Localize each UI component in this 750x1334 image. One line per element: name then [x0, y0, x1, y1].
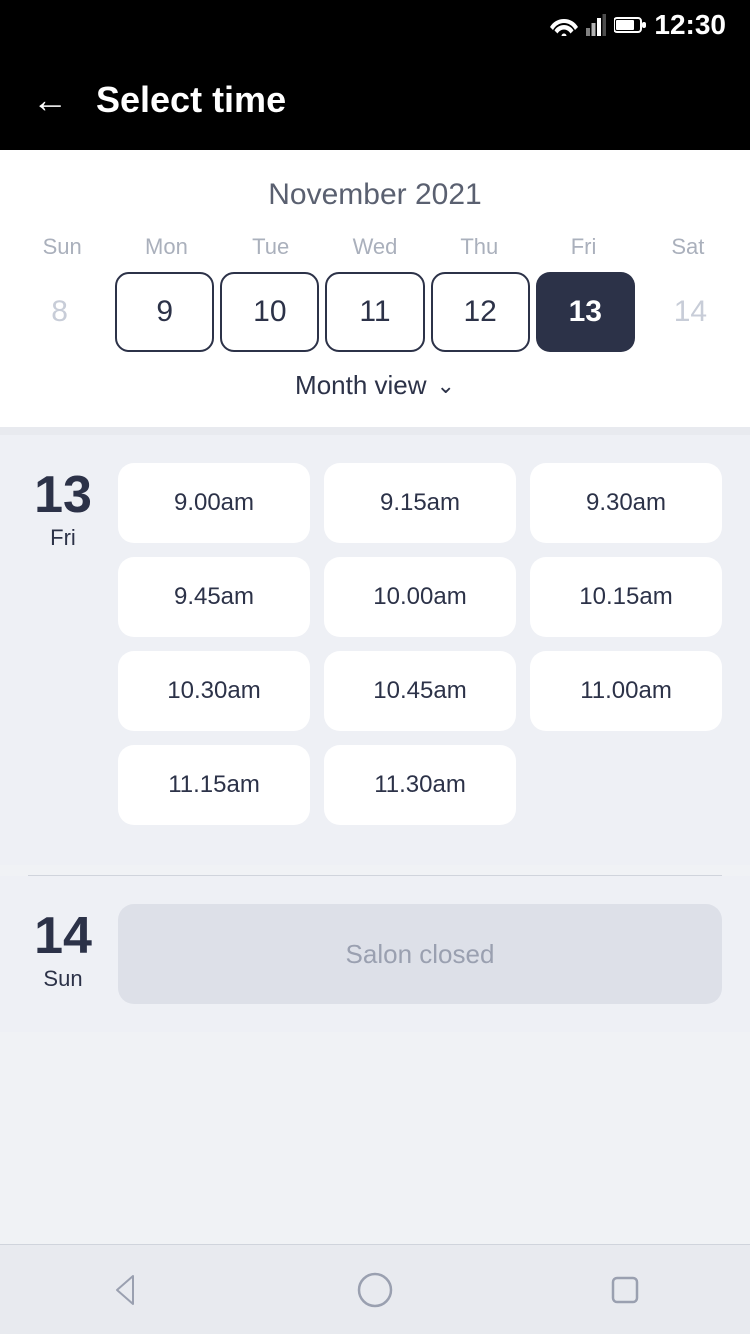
weekday-sat: Sat	[636, 234, 740, 260]
time-slot-1130[interactable]: 11.30am	[324, 745, 516, 825]
nav-back-button[interactable]	[95, 1260, 155, 1320]
day-label-13: 13 Fri	[28, 463, 98, 825]
status-bar: 12:30	[0, 0, 750, 50]
weekday-row: Sun Mon Tue Wed Thu Fri Sat	[0, 234, 750, 260]
time-slot-900[interactable]: 9.00am	[118, 463, 310, 543]
day-label-14: 14 Sun	[28, 904, 98, 1004]
battery-icon	[614, 16, 646, 34]
time-grid: 9.00am 9.15am 9.30am 9.45am 10.00am 10.1…	[118, 463, 722, 825]
day-block-13: 13 Fri 9.00am 9.15am 9.30am 9.45am 10.00…	[28, 463, 722, 825]
time-slot-1100[interactable]: 11.00am	[530, 651, 722, 731]
chevron-down-icon: ⌄	[437, 373, 455, 399]
section-divider	[0, 427, 750, 435]
time-slot-1045[interactable]: 10.45am	[324, 651, 516, 731]
month-view-label: Month view	[295, 370, 427, 401]
bottom-nav	[0, 1244, 750, 1334]
calendar-section: November 2021 Sun Mon Tue Wed Thu Fri Sa…	[0, 150, 750, 427]
day-number-14: 14	[34, 910, 92, 962]
time-slot-1015[interactable]: 10.15am	[530, 557, 722, 637]
status-time: 12:30	[654, 9, 726, 41]
day-name-fri: Fri	[50, 525, 76, 551]
day-block-14: 14 Sun Salon closed	[28, 904, 722, 1004]
time-slot-945[interactable]: 9.45am	[118, 557, 310, 637]
date-cell-10[interactable]: 10	[220, 272, 319, 352]
home-nav-icon	[355, 1270, 395, 1310]
date-cell-8[interactable]: 8	[10, 272, 109, 352]
weekday-mon: Mon	[114, 234, 218, 260]
time-slot-1115[interactable]: 11.15am	[118, 745, 310, 825]
closed-section: 14 Sun Salon closed	[0, 876, 750, 1032]
back-button[interactable]: ←	[32, 82, 68, 118]
status-icons: 12:30	[550, 9, 726, 41]
time-slot-1000[interactable]: 10.00am	[324, 557, 516, 637]
date-cell-13[interactable]: 13	[536, 272, 635, 352]
time-slot-915[interactable]: 9.15am	[324, 463, 516, 543]
app-header: ← Select time	[0, 50, 750, 150]
day-number-13: 13	[34, 469, 92, 521]
salon-closed-label: Salon closed	[346, 939, 495, 970]
date-cell-9[interactable]: 9	[115, 272, 214, 352]
wifi-icon	[550, 14, 578, 36]
date-cell-14[interactable]: 14	[641, 272, 740, 352]
nav-recent-button[interactable]	[595, 1260, 655, 1320]
signal-icon	[586, 14, 606, 36]
date-cell-12[interactable]: 12	[431, 272, 530, 352]
date-row: 8 9 10 11 12 13 14	[0, 272, 750, 352]
weekday-wed: Wed	[323, 234, 427, 260]
time-slot-1030[interactable]: 10.30am	[118, 651, 310, 731]
weekday-tue: Tue	[219, 234, 323, 260]
salon-closed-box: Salon closed	[118, 904, 722, 1004]
page-title: Select time	[96, 79, 286, 121]
month-view-toggle[interactable]: Month view ⌄	[0, 352, 750, 415]
date-cell-11[interactable]: 11	[325, 272, 424, 352]
recent-nav-icon	[605, 1270, 645, 1310]
time-slot-930[interactable]: 9.30am	[530, 463, 722, 543]
weekday-fri: Fri	[531, 234, 635, 260]
weekday-thu: Thu	[427, 234, 531, 260]
month-label: November 2021	[0, 178, 750, 212]
time-slots-section: 13 Fri 9.00am 9.15am 9.30am 9.45am 10.00…	[0, 435, 750, 865]
back-nav-icon	[105, 1270, 145, 1310]
nav-home-button[interactable]	[345, 1260, 405, 1320]
weekday-sun: Sun	[10, 234, 114, 260]
day-name-sun: Sun	[43, 966, 82, 992]
